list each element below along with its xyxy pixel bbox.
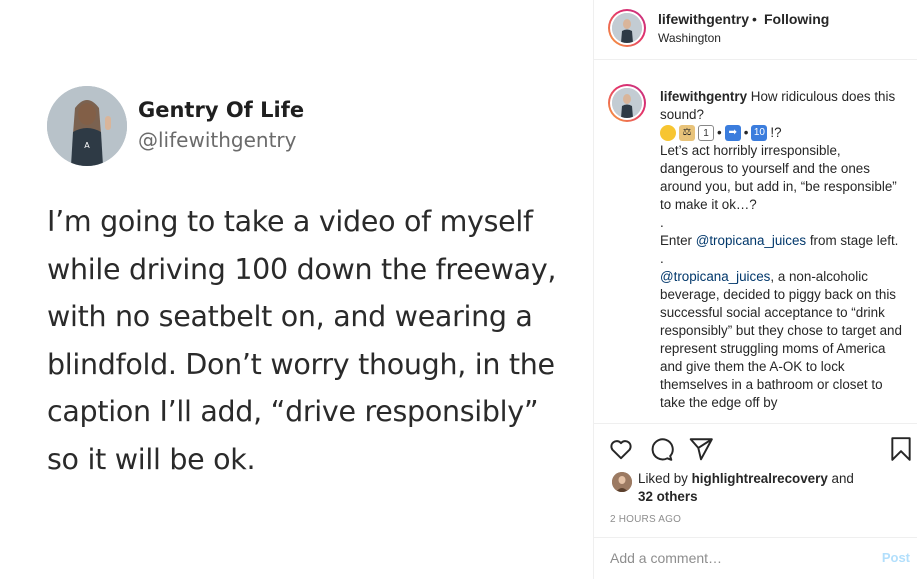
caption-para3: @tropicana_juices, a non-alcoholic bever… xyxy=(660,268,904,412)
dot-icon-2: • xyxy=(743,125,749,140)
likes-text: Liked by highlightrealrecovery and 32 ot… xyxy=(638,470,888,506)
caption-para3-text: , a non-alcoholic beverage, decided to p… xyxy=(660,269,902,410)
right-arrow-icon: ➡ xyxy=(724,125,741,141)
header-avatar[interactable] xyxy=(608,9,646,47)
caption-username[interactable]: lifewithgentry xyxy=(660,89,747,104)
liker-avatar[interactable] xyxy=(612,472,632,492)
heart-icon[interactable] xyxy=(608,436,634,462)
tweet-display-name: Gentry Of Life xyxy=(138,98,305,122)
likes-and: and xyxy=(827,471,854,486)
bookmark-icon[interactable] xyxy=(888,436,914,462)
tweet-text: I’m going to take a video of myself whil… xyxy=(47,205,557,476)
post-header: lifewithgentry • Following Washington xyxy=(594,0,917,60)
caption-emoji-tail: !? xyxy=(770,125,782,140)
add-comment-bar: Post xyxy=(594,537,917,579)
mention-link[interactable]: @tropicana_juices xyxy=(696,233,806,248)
dot-icon: • xyxy=(717,125,722,140)
comment-input[interactable] xyxy=(610,546,870,570)
tweet-handle: @lifewithgentry xyxy=(138,128,297,152)
keycap-ten-icon: 10 xyxy=(751,125,768,141)
mention-link-2[interactable]: @tropicana_juices xyxy=(660,269,770,284)
caption-avatar[interactable] xyxy=(608,84,646,122)
liker-username[interactable]: highlightrealrecovery xyxy=(692,471,828,486)
location-link[interactable]: Washington xyxy=(658,31,721,45)
following-button[interactable]: Following xyxy=(764,11,829,27)
likes-prefix: Liked by xyxy=(638,471,692,486)
keycap-one-icon: 1 xyxy=(698,125,714,141)
likes-others-link[interactable]: 32 others xyxy=(638,489,698,504)
post-image[interactable]: A Gentry Of Life @lifewithgentry I’m goi… xyxy=(0,0,593,579)
header-username[interactable]: lifewithgentry xyxy=(658,11,749,27)
action-bar xyxy=(594,423,917,471)
post-caption: lifewithgentry How ridiculous does this … xyxy=(660,88,904,412)
post-timestamp[interactable]: 2 HOURS AGO xyxy=(610,514,681,525)
caption-para2-prefix: Enter xyxy=(660,233,696,248)
comments-section[interactable]: lifewithgentry How ridiculous does this … xyxy=(594,61,917,423)
caption-emoji-row: ⚖ 1 • ➡ • 10 !? xyxy=(660,124,904,142)
header-separator: • xyxy=(752,11,757,27)
caption-para2-suffix: from stage left. xyxy=(806,233,899,248)
caption-dot1: . xyxy=(660,215,664,230)
share-icon[interactable] xyxy=(688,436,714,462)
comment-icon[interactable] xyxy=(648,436,674,462)
caption-para1: Let’s act horribly irresponsible, danger… xyxy=(660,143,897,212)
balance-scale-icon: ⚖ xyxy=(679,125,695,141)
caption-para2: Enter @tropicana_juices from stage left. xyxy=(660,232,904,250)
tweet-avatar: A xyxy=(47,86,127,166)
post-comment-button[interactable]: Post xyxy=(882,550,910,565)
caption-dot2: . xyxy=(660,251,664,266)
svg-text:A: A xyxy=(84,141,90,150)
post-side-panel: lifewithgentry • Following Washington li… xyxy=(593,0,917,579)
thinking-face-icon xyxy=(660,125,676,141)
